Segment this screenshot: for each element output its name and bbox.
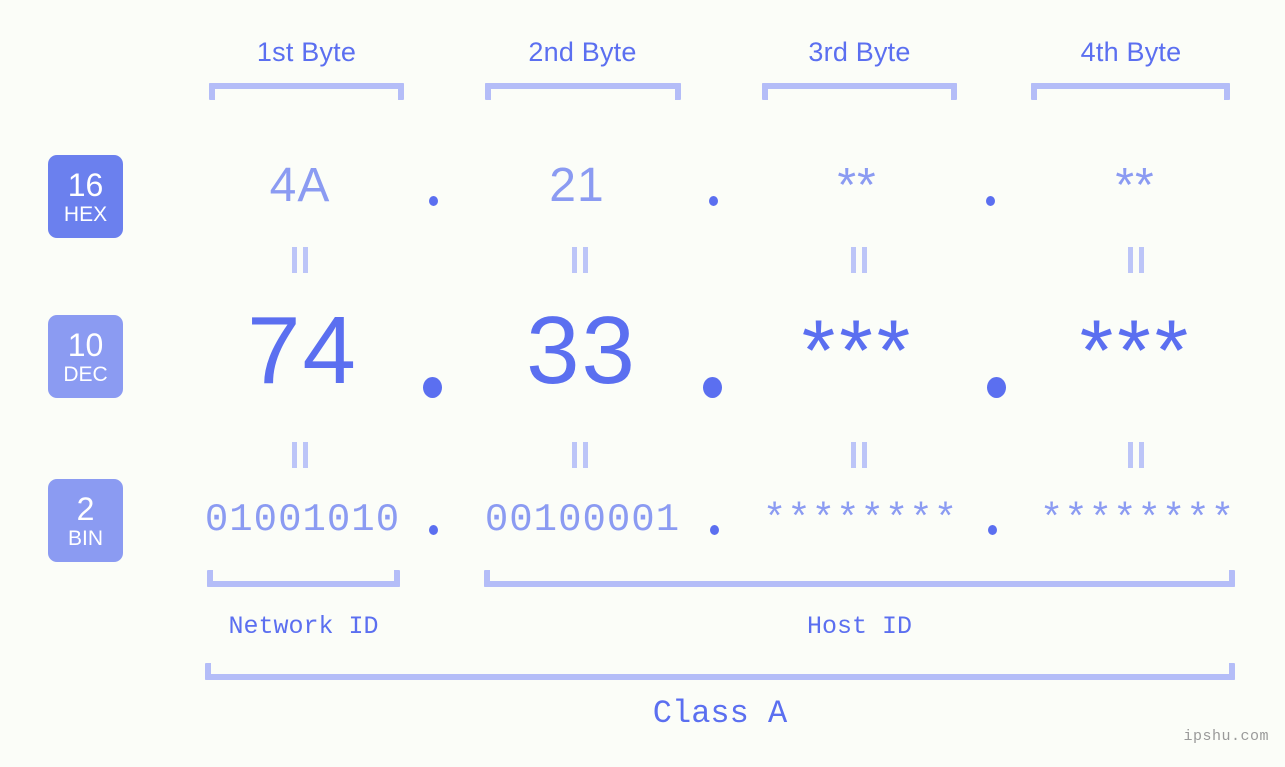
equals-mark-dec-bin-3 <box>848 442 870 468</box>
equals-mark-hex-dec-2 <box>569 247 591 273</box>
bin-byte-value-4: ******** <box>1039 498 1236 542</box>
equals-mark-dec-bin-4 <box>1125 442 1147 468</box>
byte-bracket-4 <box>1031 83 1230 100</box>
hex-byte-value-3: ** <box>837 159 877 212</box>
radix-badge-dec: 10 DEC <box>48 315 123 398</box>
bin-byte-value-2: 00100001 <box>484 498 681 542</box>
byte-bracket-1 <box>209 83 404 100</box>
host-id-bracket <box>484 570 1235 587</box>
radix-badge-bin-system: BIN <box>67 526 103 550</box>
byte-header-label-2: 2nd Byte <box>528 37 637 67</box>
radix-badge-hex: 16 HEX <box>48 155 123 238</box>
dec-dot-separator-3 <box>987 377 1006 398</box>
hex-byte-value-1: 4A <box>269 159 331 212</box>
hex-dot-separator-1 <box>429 196 438 206</box>
dec-byte-value-3: *** <box>801 303 915 399</box>
network-id-bracket <box>207 570 400 587</box>
byte-header-label-3: 3rd Byte <box>808 37 911 67</box>
host-id-label: Host ID <box>806 612 913 641</box>
hex-byte-value-4: ** <box>1115 159 1155 212</box>
equals-mark-dec-bin-1 <box>289 442 311 468</box>
bin-byte-value-1: 01001010 <box>204 498 401 542</box>
equals-mark-hex-dec-4 <box>1125 247 1147 273</box>
radix-badge-bin-number: 2 <box>76 490 95 527</box>
byte-bracket-3 <box>762 83 957 100</box>
site-watermark: ipshu.com <box>1183 728 1269 745</box>
dec-dot-separator-2 <box>703 377 722 398</box>
equals-mark-hex-dec-3 <box>848 247 870 273</box>
hex-byte-value-2: 21 <box>549 159 605 212</box>
radix-badge-dec-system: DEC <box>63 362 108 386</box>
class-label: Class A <box>652 695 788 732</box>
dec-byte-value-1: 74 <box>247 297 358 404</box>
bin-dot-separator-3 <box>988 525 997 535</box>
hex-dot-separator-2 <box>709 196 718 206</box>
byte-bracket-2 <box>485 83 681 100</box>
equals-mark-dec-bin-2 <box>569 442 591 468</box>
dec-dot-separator-1 <box>423 377 442 398</box>
bin-byte-value-3: ******** <box>762 498 959 542</box>
radix-badge-dec-number: 10 <box>67 326 104 363</box>
hex-dot-separator-3 <box>986 196 995 206</box>
dec-byte-value-4: *** <box>1079 303 1193 399</box>
network-id-label: Network ID <box>228 612 379 641</box>
radix-badge-hex-number: 16 <box>67 166 104 203</box>
radix-badge-bin: 2 BIN <box>48 479 123 562</box>
radix-badge-hex-system: HEX <box>63 202 108 226</box>
bin-dot-separator-2 <box>710 525 719 535</box>
bin-dot-separator-1 <box>429 525 438 535</box>
dec-byte-value-2: 33 <box>526 297 637 404</box>
equals-mark-hex-dec-1 <box>289 247 311 273</box>
byte-header-label-1: 1st Byte <box>256 37 357 67</box>
byte-header-label-4: 4th Byte <box>1080 37 1182 67</box>
class-bracket <box>205 663 1235 680</box>
ip-address-breakdown-diagram: 1st Byte 2nd Byte 3rd Byte 4th Byte 16 H… <box>0 0 1285 767</box>
